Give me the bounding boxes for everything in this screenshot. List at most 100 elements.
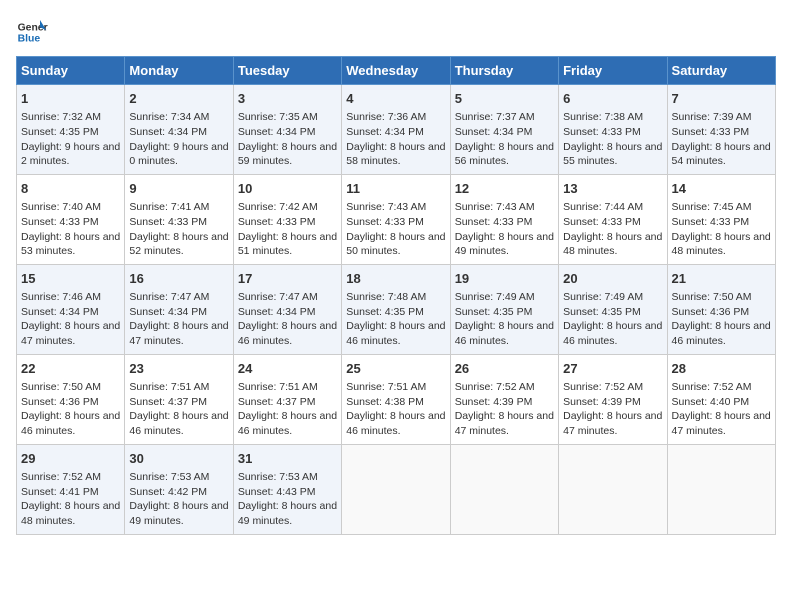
sunrise-label: Sunrise: 7:52 AM	[455, 381, 535, 393]
sunset-label: Sunset: 4:39 PM	[563, 396, 641, 408]
sunrise-label: Sunrise: 7:36 AM	[346, 111, 426, 123]
day-number: 23	[129, 360, 228, 378]
week-row-3: 15 Sunrise: 7:46 AM Sunset: 4:34 PM Dayl…	[17, 264, 776, 354]
calendar-cell	[559, 444, 667, 534]
day-number: 15	[21, 270, 120, 288]
week-row-4: 22 Sunrise: 7:50 AM Sunset: 4:36 PM Dayl…	[17, 354, 776, 444]
sunset-label: Sunset: 4:35 PM	[21, 126, 99, 138]
day-header-friday: Friday	[559, 57, 667, 85]
calendar-cell: 23 Sunrise: 7:51 AM Sunset: 4:37 PM Dayl…	[125, 354, 233, 444]
sunset-label: Sunset: 4:42 PM	[129, 486, 207, 498]
daylight-label: Daylight: 8 hours and 49 minutes.	[238, 500, 337, 527]
sunset-label: Sunset: 4:33 PM	[238, 216, 316, 228]
day-number: 17	[238, 270, 337, 288]
day-number: 14	[672, 180, 771, 198]
day-header-thursday: Thursday	[450, 57, 558, 85]
calendar-cell: 19 Sunrise: 7:49 AM Sunset: 4:35 PM Dayl…	[450, 264, 558, 354]
sunset-label: Sunset: 4:34 PM	[346, 126, 424, 138]
header: General Blue	[16, 16, 776, 48]
daylight-label: Daylight: 9 hours and 0 minutes.	[129, 141, 228, 168]
sunrise-label: Sunrise: 7:38 AM	[563, 111, 643, 123]
sunrise-label: Sunrise: 7:50 AM	[21, 381, 101, 393]
daylight-label: Daylight: 8 hours and 58 minutes.	[346, 141, 445, 168]
day-number: 24	[238, 360, 337, 378]
day-number: 21	[672, 270, 771, 288]
day-number: 1	[21, 90, 120, 108]
day-number: 22	[21, 360, 120, 378]
daylight-label: Daylight: 8 hours and 46 minutes.	[21, 410, 120, 437]
day-header-wednesday: Wednesday	[342, 57, 450, 85]
day-number: 18	[346, 270, 445, 288]
calendar-cell: 16 Sunrise: 7:47 AM Sunset: 4:34 PM Dayl…	[125, 264, 233, 354]
sunset-label: Sunset: 4:33 PM	[563, 126, 641, 138]
sunset-label: Sunset: 4:33 PM	[672, 216, 750, 228]
day-number: 6	[563, 90, 662, 108]
sunrise-label: Sunrise: 7:52 AM	[672, 381, 752, 393]
daylight-label: Daylight: 8 hours and 46 minutes.	[129, 410, 228, 437]
calendar-cell: 26 Sunrise: 7:52 AM Sunset: 4:39 PM Dayl…	[450, 354, 558, 444]
daylight-label: Daylight: 8 hours and 55 minutes.	[563, 141, 662, 168]
calendar-cell: 2 Sunrise: 7:34 AM Sunset: 4:34 PM Dayli…	[125, 85, 233, 175]
sunset-label: Sunset: 4:34 PM	[129, 126, 207, 138]
calendar-cell: 8 Sunrise: 7:40 AM Sunset: 4:33 PM Dayli…	[17, 174, 125, 264]
sunrise-label: Sunrise: 7:37 AM	[455, 111, 535, 123]
day-header-tuesday: Tuesday	[233, 57, 341, 85]
sunset-label: Sunset: 4:33 PM	[21, 216, 99, 228]
daylight-label: Daylight: 8 hours and 46 minutes.	[672, 320, 771, 347]
daylight-label: Daylight: 8 hours and 49 minutes.	[129, 500, 228, 527]
sunset-label: Sunset: 4:33 PM	[563, 216, 641, 228]
sunrise-label: Sunrise: 7:50 AM	[672, 291, 752, 303]
daylight-label: Daylight: 8 hours and 48 minutes.	[21, 500, 120, 527]
calendar-cell: 4 Sunrise: 7:36 AM Sunset: 4:34 PM Dayli…	[342, 85, 450, 175]
sunset-label: Sunset: 4:35 PM	[455, 306, 533, 318]
day-number: 27	[563, 360, 662, 378]
sunset-label: Sunset: 4:33 PM	[455, 216, 533, 228]
sunset-label: Sunset: 4:39 PM	[455, 396, 533, 408]
day-number: 9	[129, 180, 228, 198]
week-row-1: 1 Sunrise: 7:32 AM Sunset: 4:35 PM Dayli…	[17, 85, 776, 175]
day-number: 13	[563, 180, 662, 198]
day-number: 5	[455, 90, 554, 108]
sunset-label: Sunset: 4:34 PM	[238, 306, 316, 318]
sunset-label: Sunset: 4:34 PM	[238, 126, 316, 138]
sunrise-label: Sunrise: 7:43 AM	[455, 201, 535, 213]
sunrise-label: Sunrise: 7:44 AM	[563, 201, 643, 213]
daylight-label: Daylight: 8 hours and 48 minutes.	[672, 231, 771, 258]
day-header-saturday: Saturday	[667, 57, 775, 85]
sunrise-label: Sunrise: 7:42 AM	[238, 201, 318, 213]
sunrise-label: Sunrise: 7:47 AM	[238, 291, 318, 303]
sunrise-label: Sunrise: 7:32 AM	[21, 111, 101, 123]
logo-icon: General Blue	[16, 16, 48, 48]
sunset-label: Sunset: 4:37 PM	[129, 396, 207, 408]
calendar-cell	[667, 444, 775, 534]
daylight-label: Daylight: 8 hours and 46 minutes.	[563, 320, 662, 347]
day-number: 20	[563, 270, 662, 288]
calendar-cell	[342, 444, 450, 534]
calendar-cell: 13 Sunrise: 7:44 AM Sunset: 4:33 PM Dayl…	[559, 174, 667, 264]
day-number: 10	[238, 180, 337, 198]
calendar-cell: 11 Sunrise: 7:43 AM Sunset: 4:33 PM Dayl…	[342, 174, 450, 264]
sunset-label: Sunset: 4:36 PM	[21, 396, 99, 408]
calendar-cell: 20 Sunrise: 7:49 AM Sunset: 4:35 PM Dayl…	[559, 264, 667, 354]
calendar-cell: 18 Sunrise: 7:48 AM Sunset: 4:35 PM Dayl…	[342, 264, 450, 354]
daylight-label: Daylight: 8 hours and 47 minutes.	[455, 410, 554, 437]
daylight-label: Daylight: 8 hours and 46 minutes.	[238, 320, 337, 347]
sunrise-label: Sunrise: 7:51 AM	[238, 381, 318, 393]
sunset-label: Sunset: 4:33 PM	[129, 216, 207, 228]
daylight-label: Daylight: 8 hours and 46 minutes.	[346, 410, 445, 437]
daylight-label: Daylight: 8 hours and 46 minutes.	[238, 410, 337, 437]
daylight-label: Daylight: 8 hours and 48 minutes.	[563, 231, 662, 258]
sunrise-label: Sunrise: 7:51 AM	[346, 381, 426, 393]
day-number: 8	[21, 180, 120, 198]
daylight-label: Daylight: 8 hours and 47 minutes.	[563, 410, 662, 437]
daylight-label: Daylight: 8 hours and 46 minutes.	[346, 320, 445, 347]
sunset-label: Sunset: 4:41 PM	[21, 486, 99, 498]
daylight-label: Daylight: 8 hours and 46 minutes.	[455, 320, 554, 347]
calendar-cell: 30 Sunrise: 7:53 AM Sunset: 4:42 PM Dayl…	[125, 444, 233, 534]
day-header-monday: Monday	[125, 57, 233, 85]
calendar-cell: 29 Sunrise: 7:52 AM Sunset: 4:41 PM Dayl…	[17, 444, 125, 534]
daylight-label: Daylight: 9 hours and 2 minutes.	[21, 141, 120, 168]
calendar-cell: 15 Sunrise: 7:46 AM Sunset: 4:34 PM Dayl…	[17, 264, 125, 354]
daylight-label: Daylight: 8 hours and 50 minutes.	[346, 231, 445, 258]
day-number: 2	[129, 90, 228, 108]
